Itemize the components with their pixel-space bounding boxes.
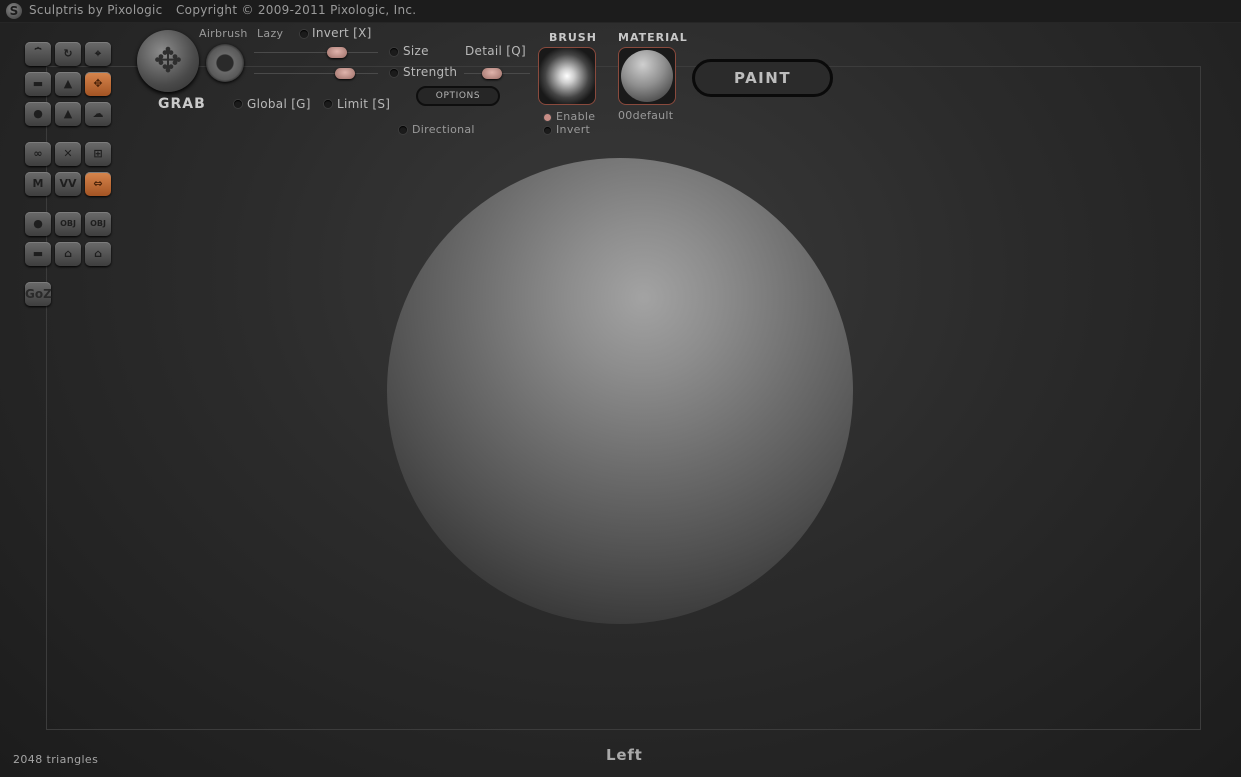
save-icon[interactable]: ⌂ bbox=[85, 242, 111, 266]
grab-icon[interactable]: ✥ bbox=[85, 72, 111, 96]
directional-toggle[interactable] bbox=[399, 126, 407, 134]
title-bar: S Sculptris by Pixologic Copyright © 200… bbox=[0, 0, 1241, 23]
material-heading: MATERIAL bbox=[618, 31, 688, 44]
paint-button[interactable]: PAINT bbox=[692, 59, 833, 97]
export-obj-icon[interactable]: OBJ bbox=[85, 212, 111, 236]
limit-label: Limit [S] bbox=[337, 97, 391, 111]
detail-slider-knob[interactable] bbox=[482, 68, 502, 79]
symmetry-icon[interactable]: ⇔ bbox=[85, 172, 111, 196]
brush-enable-label: Enable bbox=[556, 110, 596, 123]
size-label: Size bbox=[403, 44, 429, 58]
draw-icon[interactable]: ▲ bbox=[55, 102, 81, 126]
lazy-label[interactable]: Lazy bbox=[257, 27, 283, 40]
sculptris-logo-icon: S bbox=[6, 3, 22, 19]
strength-label: Strength bbox=[403, 65, 458, 79]
size-slider-knob[interactable] bbox=[327, 47, 347, 58]
plane-icon[interactable]: ▬ bbox=[25, 242, 51, 266]
material-preview[interactable] bbox=[618, 47, 676, 105]
import-obj-icon[interactable]: OBJ bbox=[55, 212, 81, 236]
goz-button[interactable]: GoZ bbox=[25, 282, 52, 306]
rotate-icon[interactable]: ↻ bbox=[55, 42, 81, 66]
sculpt-sphere[interactable] bbox=[387, 158, 853, 624]
airbrush-label[interactable]: Airbrush bbox=[199, 27, 248, 40]
airbrush-ring-icon[interactable] bbox=[206, 44, 244, 82]
options-button[interactable]: OPTIONS bbox=[416, 86, 500, 106]
invert-label: Invert [X] bbox=[312, 26, 372, 40]
view-label: Left bbox=[606, 746, 643, 764]
brush-invert-toggle[interactable] bbox=[544, 127, 551, 134]
sphere-icon[interactable]: ● bbox=[25, 212, 51, 236]
limit-toggle[interactable] bbox=[324, 100, 332, 108]
strength-slider-track[interactable] bbox=[254, 73, 378, 74]
reduce-icon[interactable]: VV bbox=[55, 172, 81, 196]
grab-tool-icon: ✥ bbox=[137, 30, 199, 92]
brush-preview[interactable] bbox=[538, 47, 596, 105]
invert-toggle[interactable] bbox=[300, 30, 308, 38]
brush-invert-label: Invert bbox=[556, 123, 591, 136]
brush-enable-toggle[interactable] bbox=[544, 114, 551, 121]
material-name: 00default bbox=[618, 109, 674, 122]
material-sphere-icon bbox=[621, 50, 673, 102]
flatten-icon[interactable]: ▬ bbox=[25, 72, 51, 96]
size-slider-track[interactable] bbox=[254, 52, 378, 53]
detail-label: Detail [Q] bbox=[465, 44, 526, 58]
strength-toggle[interactable] bbox=[390, 69, 398, 77]
tool-name: GRAB bbox=[158, 96, 206, 112]
strength-slider-knob[interactable] bbox=[335, 68, 355, 79]
app-title: Sculptris by Pixologic bbox=[29, 3, 163, 17]
global-toggle[interactable] bbox=[234, 100, 242, 108]
size-toggle[interactable] bbox=[390, 48, 398, 56]
directional-label: Directional bbox=[412, 123, 475, 136]
copyright-text: Copyright © 2009-2011 Pixologic, Inc. bbox=[176, 3, 417, 17]
brush-heading: BRUSH bbox=[549, 31, 597, 44]
mask-icon[interactable]: M bbox=[25, 172, 51, 196]
smooth-icon[interactable]: ☁ bbox=[85, 102, 111, 126]
open-icon[interactable]: ⌂ bbox=[55, 242, 81, 266]
global-label: Global [G] bbox=[247, 97, 311, 111]
crop-icon[interactable]: ⌖ bbox=[85, 42, 111, 66]
brush-icon[interactable]: ∞ bbox=[25, 142, 51, 166]
pinch-icon[interactable]: ● bbox=[25, 102, 51, 126]
inflate-icon[interactable]: ▲ bbox=[55, 72, 81, 96]
crease-icon[interactable]: ⏞ bbox=[25, 42, 51, 66]
grid-icon[interactable]: ⊞ bbox=[85, 142, 111, 166]
triangle-count: 2048 triangles bbox=[13, 753, 99, 766]
pinch-x-icon[interactable]: ✕ bbox=[55, 142, 81, 166]
